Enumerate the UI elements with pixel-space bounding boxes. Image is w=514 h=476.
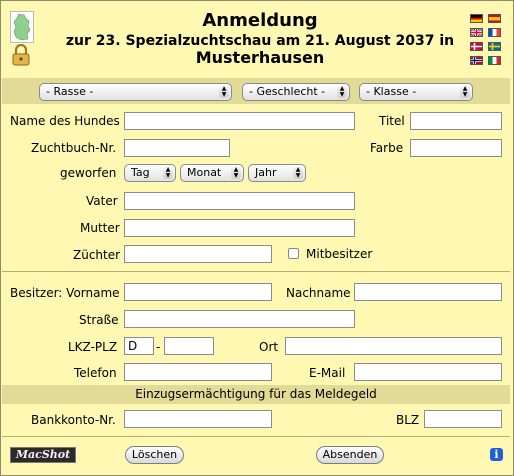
born-label: geworfen (60, 166, 117, 180)
blz-label: BLZ (396, 413, 420, 427)
breed-select[interactable]: - Rasse - ▲ ▼ (39, 83, 232, 101)
zip-dash: - (156, 340, 161, 354)
account-label: Bankkonto-Nr. (31, 413, 116, 427)
lock-icon[interactable] (11, 43, 31, 66)
studbook-label: Zuchtbuch-Nr. (31, 141, 117, 155)
year-select-value: Jahr (255, 166, 277, 179)
breeder-label: Züchter (73, 248, 121, 262)
day-select[interactable]: Tag ▲ ▼ (124, 164, 176, 182)
studbook-input[interactable] (124, 139, 230, 157)
zip-input[interactable] (164, 337, 214, 355)
select-arrows-icon: ▲ ▼ (231, 167, 241, 179)
flag-fr-icon[interactable] (488, 28, 501, 37)
flag-dk-icon[interactable] (470, 42, 483, 51)
registration-window (0, 0, 514, 476)
blz-input[interactable] (424, 410, 502, 428)
flag-es-icon[interactable] (488, 14, 501, 23)
select-arrows-icon: ▲ ▼ (293, 167, 303, 179)
year-select[interactable]: Jahr ▲ ▼ (248, 164, 306, 182)
phone-input[interactable] (124, 363, 272, 381)
color-label: Farbe (370, 141, 404, 155)
class-select-value: - Klasse - (366, 85, 417, 98)
breed-select-value: - Rasse - (46, 85, 94, 98)
coowner-checkbox[interactable] (288, 248, 299, 259)
select-arrows-icon: ▲ ▼ (460, 86, 470, 98)
breeder-input[interactable] (124, 245, 272, 263)
month-select[interactable]: Monat ▲ ▼ (180, 164, 244, 182)
day-select-value: Tag (131, 166, 150, 179)
mother-label: Mutter (80, 221, 120, 235)
father-input[interactable] (124, 192, 355, 210)
dog-name-input[interactable] (124, 112, 355, 130)
mother-input[interactable] (124, 219, 355, 237)
sex-select[interactable]: - Geschlecht - ▲ ▼ (242, 83, 350, 101)
section-divider (2, 271, 510, 272)
event-location: Musterhausen (195, 48, 325, 67)
flag-it-icon[interactable] (488, 56, 501, 65)
title-input[interactable] (410, 112, 502, 130)
owner-lastname-label: Nachname (286, 286, 351, 300)
select-arrows-icon: ▲ ▼ (219, 86, 229, 98)
flag-no-icon[interactable] (470, 56, 483, 65)
macshot-logo: MacShot (10, 447, 76, 463)
title-label: Titel (379, 114, 405, 128)
month-select-value: Monat (187, 166, 222, 179)
coowner-label: Mitbesitzer (306, 247, 373, 261)
page-subtitle: zur 23. Spezialzuchtschau am 21. August … (65, 33, 455, 49)
zip-label: LKZ-PLZ (68, 340, 118, 354)
footer-divider (2, 436, 510, 437)
info-icon[interactable]: i (490, 448, 503, 461)
color-input[interactable] (410, 139, 502, 157)
select-arrows-icon: ▲ ▼ (163, 167, 173, 179)
page-title: Anmeldung (202, 10, 318, 31)
select-arrows-icon: ▲ ▼ (337, 86, 347, 98)
germany-map-icon (10, 11, 34, 43)
owner-firstname-label: Besitzer: Vorname (10, 286, 120, 300)
class-select[interactable]: - Klasse - ▲ ▼ (359, 83, 473, 101)
street-label: Straße (79, 313, 119, 327)
father-label: Vater (86, 194, 118, 208)
account-input[interactable] (124, 410, 272, 428)
owner-lastname-input[interactable] (354, 283, 502, 301)
flag-se-icon[interactable] (488, 42, 501, 51)
payment-heading: Einzugsermächtigung für das Meldegeld (135, 387, 377, 401)
sex-select-value: - Geschlecht - (249, 85, 326, 98)
email-input[interactable] (354, 363, 502, 381)
owner-firstname-input[interactable] (124, 283, 272, 301)
country-code-value: D (128, 339, 138, 353)
city-input[interactable] (285, 337, 502, 355)
reset-button[interactable]: Löschen (125, 446, 184, 464)
email-label: E-Mail (309, 366, 346, 380)
street-input[interactable] (124, 310, 355, 328)
flag-de-icon[interactable] (470, 14, 483, 23)
submit-button[interactable]: Absenden (316, 446, 384, 464)
flag-uk-icon[interactable] (470, 28, 483, 37)
city-label: Ort (259, 340, 279, 354)
dog-name-label: Name des Hundes (10, 114, 120, 128)
phone-label: Telefon (74, 366, 117, 380)
country-code-input[interactable]: D (124, 337, 154, 355)
